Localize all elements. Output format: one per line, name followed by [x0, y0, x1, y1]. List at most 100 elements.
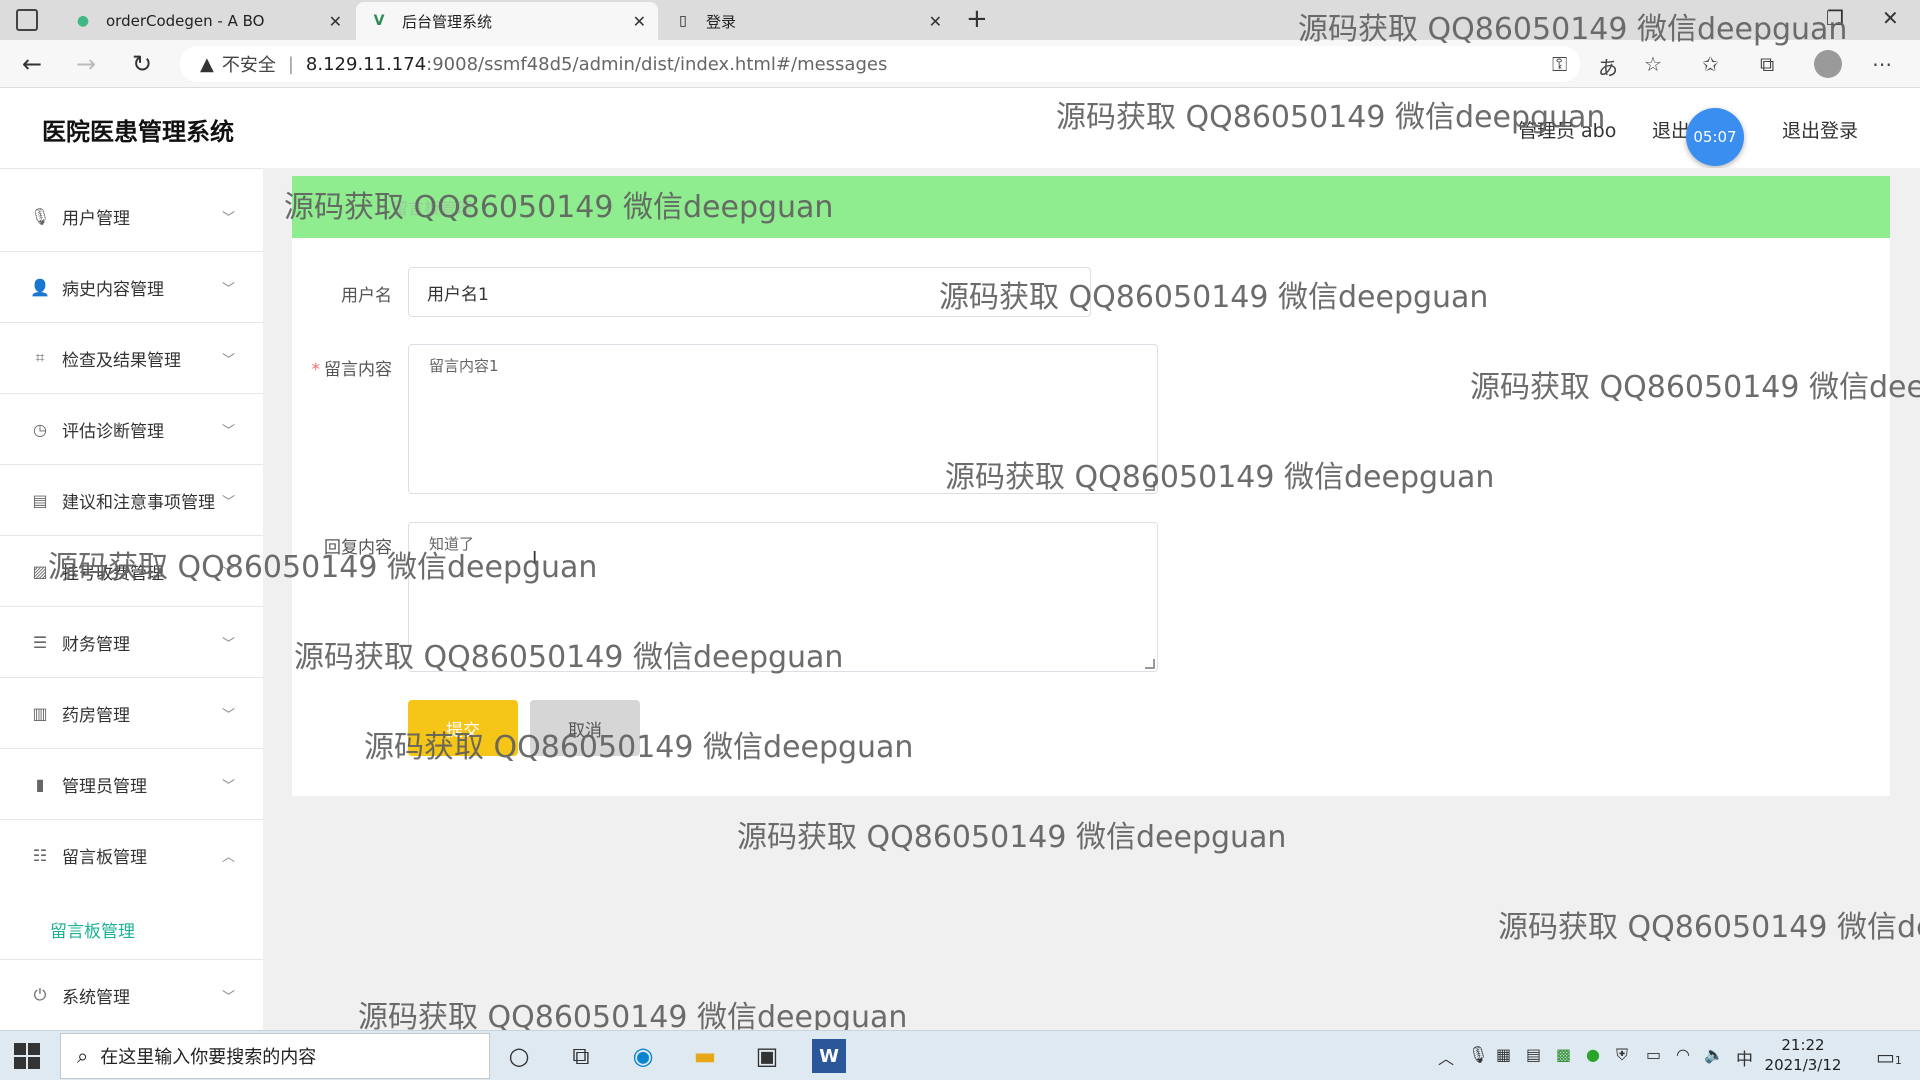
submit-button[interactable]: 提交	[408, 700, 518, 756]
wifi-icon[interactable]: ◠	[1676, 1045, 1690, 1064]
url-field[interactable]: ▲ 不安全 | 8.129.11.174 :9008/ssmf48d5/admi…	[180, 46, 1580, 82]
favorite-add-icon[interactable]: ☆	[1644, 52, 1662, 76]
word-icon[interactable]: W	[812, 1039, 846, 1073]
sidebar-item-registration[interactable]: ▨ 挂号收费管理 ﹀	[0, 536, 263, 607]
sidebar-item-advice[interactable]: ▤ 建议和注意事项管理 ﹀	[0, 465, 263, 536]
sidebar-item-label: 管理员管理	[62, 776, 147, 797]
shield-icon[interactable]: ⛨	[1616, 1045, 1628, 1065]
close-icon[interactable]: ✕	[329, 12, 342, 31]
breadcrumb-bar: 留言板管理	[292, 176, 1890, 238]
favorites-icon[interactable]: ✩	[1702, 52, 1719, 76]
resize-handle[interactable]	[1145, 481, 1155, 491]
close-icon[interactable]: ✕	[633, 12, 646, 31]
store-icon[interactable]: ▣	[750, 1039, 784, 1073]
translate-icon[interactable]: あ	[1598, 52, 1618, 81]
task-view-icon[interactable]: ⧉	[564, 1039, 598, 1073]
app-tray-icon[interactable]: ▤	[1526, 1045, 1541, 1064]
reply-textarea[interactable]: 知道了	[408, 522, 1158, 672]
tab-admin[interactable]: V 后台管理系统 ✕	[356, 2, 658, 40]
clock-icon: ◷	[33, 419, 47, 439]
tab-label: orderCodegen - A BO	[106, 12, 265, 30]
reply-label: 回复内容	[324, 538, 392, 558]
sidebar-item-label: 财务管理	[62, 634, 130, 655]
tab-label: 登录	[706, 12, 737, 31]
windows-start-icon[interactable]	[14, 1043, 40, 1069]
sidebar: 🎙 用户管理 ﹀ 👤 病史内容管理 ﹀ ⌗ 检查及结果管理 ﹀ ◷ 评估诊断管理…	[0, 168, 263, 1030]
insecure-label: 不安全	[221, 55, 276, 76]
taskbar-search[interactable]: ⌕ 在这里输入你要搜索的内容	[60, 1033, 490, 1079]
volume-icon[interactable]: 🔈	[1704, 1045, 1724, 1064]
content-label-text: 留言内容	[324, 360, 392, 380]
sidebar-item-label: 检查及结果管理	[62, 350, 181, 371]
logout-button[interactable]: 退出登录	[1782, 116, 1858, 143]
sidebar-item-exams[interactable]: ⌗ 检查及结果管理 ﹀	[0, 323, 263, 394]
app-title: 医院医患管理系统	[42, 118, 234, 146]
sidebar-item-messages[interactable]: ☷ 留言板管理 ︿	[0, 820, 263, 891]
bars-icon: ▥	[32, 703, 48, 723]
file-explorer-icon[interactable]: ▬	[688, 1039, 722, 1073]
forward-icon[interactable]: →	[76, 50, 96, 78]
clock-time: 21:22	[1781, 1036, 1825, 1054]
briefcase-icon: ▤	[32, 490, 48, 510]
notification-icon[interactable]: ▭1	[1876, 1045, 1902, 1069]
sidebar-item-label: 挂号收费管理	[62, 563, 164, 584]
address-bar: ← → ↻ ▲ 不安全 | 8.129.11.174 :9008/ssmf48d…	[0, 40, 1920, 88]
tab-login[interactable]: ▯ 登录 ✕	[660, 2, 954, 40]
tab-ordercodegen[interactable]: ● orderCodegen - A BO ✕	[60, 2, 354, 40]
resize-handle[interactable]	[1145, 659, 1155, 669]
chevron-down-icon: ﹀	[221, 423, 235, 439]
search-placeholder: 在这里输入你要搜索的内容	[100, 1047, 317, 1068]
sidebar-subitem-messages[interactable]: 留言板管理	[0, 899, 263, 959]
ime-indicator[interactable]: 中	[1736, 1045, 1753, 1070]
sidebar-item-diagnosis[interactable]: ◷ 评估诊断管理 ﹀	[0, 394, 263, 465]
tray-chevron-icon[interactable]: ︿	[1438, 1045, 1454, 1069]
content-label: * 留言内容	[300, 355, 393, 380]
chevron-down-icon: ﹀	[221, 565, 235, 581]
timer-badge[interactable]: 05:07	[1686, 108, 1744, 166]
sidebar-item-users[interactable]: 🎙 用户管理 ﹀	[0, 181, 263, 252]
username-field[interactable]: 用户名1	[408, 267, 1091, 317]
url-separator: |	[287, 53, 294, 75]
reply-value: 知道了	[429, 535, 475, 553]
nvidia-icon[interactable]: ▩	[1556, 1045, 1571, 1064]
chart-icon: ▨	[32, 561, 48, 581]
sidebar-item-label: 留言板管理	[62, 848, 147, 868]
tab-label: 后台管理系统	[402, 12, 493, 31]
sidebar-item-pharmacy[interactable]: ▥ 药房管理 ﹀	[0, 678, 263, 749]
app-tray-icon[interactable]: ▦	[1496, 1045, 1511, 1064]
warning-icon: ▲	[200, 53, 214, 75]
back-icon[interactable]: ←	[22, 50, 42, 78]
cancel-button[interactable]: 取消	[530, 700, 640, 756]
sidebar-item-system[interactable]: ⏻ 系统管理 ﹀	[0, 959, 263, 1030]
profile-avatar[interactable]	[1814, 50, 1842, 78]
refresh-icon[interactable]: ↻	[132, 50, 152, 78]
edge-icon[interactable]: ◉	[626, 1039, 660, 1073]
more-icon[interactable]: ⋯	[1872, 52, 1892, 76]
restore-icon[interactable]: ❐	[1826, 6, 1844, 30]
vue-icon: ●	[76, 13, 90, 29]
logout-link-partial[interactable]: 退出	[1652, 116, 1690, 143]
key-icon[interactable]: ⚿	[1552, 52, 1567, 76]
content-textarea[interactable]: 留言内容1	[408, 344, 1158, 494]
new-tab-button[interactable]: +	[966, 4, 988, 34]
wechat-icon[interactable]: ●	[1586, 1045, 1600, 1064]
browser-tab-bar: ● orderCodegen - A BO ✕ V 后台管理系统 ✕ ▯ 登录 …	[0, 0, 1920, 40]
chevron-down-icon: ﹀	[221, 636, 235, 652]
bar-chart-icon: ▮	[35, 774, 45, 794]
sidebar-item-finance[interactable]: ☰ 财务管理 ﹀	[0, 607, 263, 678]
admin-label: 管理员 abo	[1518, 120, 1617, 142]
close-window-icon[interactable]: ✕	[1882, 6, 1899, 30]
mic-tray-icon[interactable]: 🎙	[1468, 1045, 1488, 1064]
window-menu-icon[interactable]	[16, 9, 38, 31]
list-icon: ☰	[32, 632, 48, 652]
cortana-icon[interactable]: ○	[502, 1039, 536, 1073]
close-icon[interactable]: ✕	[929, 12, 942, 31]
clock-date: 2021/3/12	[1764, 1056, 1842, 1074]
sidebar-item-history[interactable]: 👤 病史内容管理 ﹀	[0, 252, 263, 323]
sidebar-item-label: 评估诊断管理	[62, 421, 164, 442]
sidebar-item-admins[interactable]: ▮ 管理员管理 ﹀	[0, 749, 263, 820]
collections-icon[interactable]: ⧉	[1760, 52, 1774, 76]
battery-icon[interactable]: ▭	[1646, 1045, 1661, 1064]
clock[interactable]: 21:22 2021/3/12	[1758, 1035, 1848, 1075]
sidebar-item-label: 用户管理	[62, 208, 130, 229]
